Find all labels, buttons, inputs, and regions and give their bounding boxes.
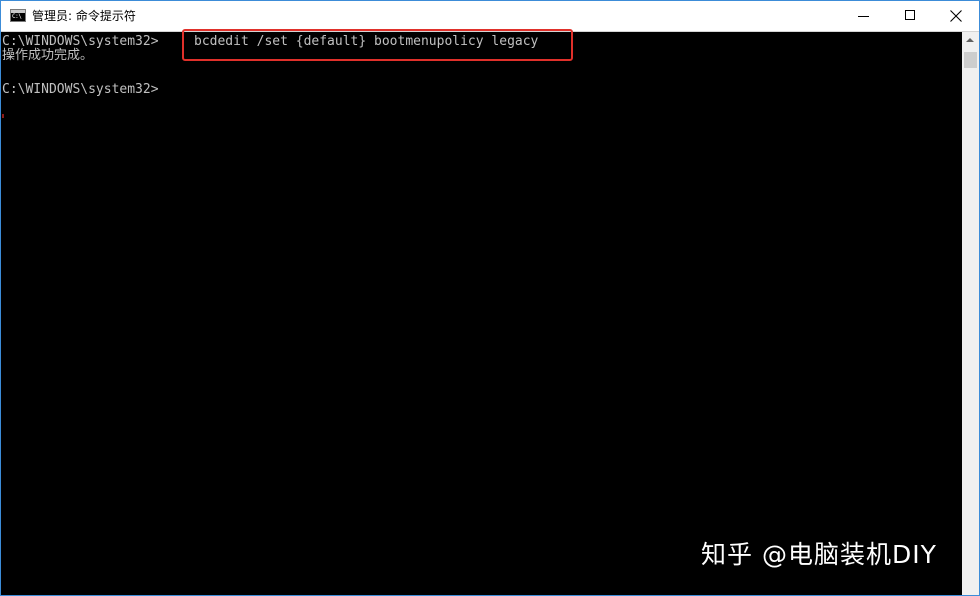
cursor-mark	[2, 114, 4, 118]
scroll-up-arrow-icon[interactable]	[962, 32, 979, 49]
prompt-line-2: C:\WINDOWS\system32>	[2, 82, 159, 97]
title-bar[interactable]: C:\ 管理员: 命令提示符	[1, 1, 979, 32]
console-output[interactable]: C:\WINDOWS\system32> bcdedit /set {defau…	[1, 29, 961, 595]
close-icon	[950, 10, 962, 22]
watermark-text: 知乎 @电脑装机DIY	[701, 540, 937, 569]
window-title: 管理员: 命令提示符	[32, 9, 136, 23]
cmd-icon-text: C:\	[12, 13, 22, 20]
output-line: 操作成功完成。	[2, 48, 94, 63]
scroll-thumb[interactable]	[964, 52, 977, 68]
minimize-button[interactable]	[841, 1, 887, 31]
close-button[interactable]	[933, 1, 979, 31]
cmd-window: C:\ 管理员: 命令提示符 C:\WINDOWS\system32> bcde…	[0, 0, 980, 596]
command-highlight-box	[182, 29, 573, 61]
minimize-icon	[858, 16, 869, 17]
cmd-icon[interactable]: C:\	[10, 9, 26, 22]
vertical-scrollbar[interactable]	[962, 32, 979, 595]
maximize-icon	[905, 10, 915, 20]
maximize-button[interactable]	[887, 1, 933, 31]
